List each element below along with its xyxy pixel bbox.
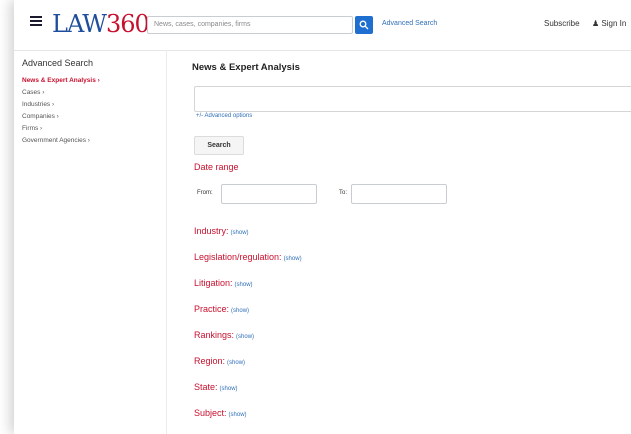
- facet-legislation-regulation: Legislation/regulation: (show): [194, 252, 302, 262]
- subscribe-link[interactable]: Subscribe: [544, 19, 580, 28]
- keyword-search-input[interactable]: [194, 86, 631, 112]
- sidebar-item-companies[interactable]: Companies ›: [22, 111, 100, 123]
- law360-logo[interactable]: LAW360: [52, 10, 150, 38]
- logo-text: LAW: [52, 10, 107, 38]
- facet-rankings: Rankings: (show): [194, 330, 254, 340]
- facet-industry: Industry: (show): [194, 226, 249, 236]
- facet-show-link[interactable]: (show): [231, 308, 249, 314]
- facet-label: Practice:: [194, 304, 230, 314]
- facet-show-link[interactable]: (show): [227, 360, 245, 366]
- sidebar-item-firms[interactable]: Firms ›: [22, 123, 100, 135]
- signin-label: Sign In: [601, 19, 627, 28]
- facet-show-link[interactable]: (show): [220, 386, 238, 392]
- facet-label: Industry:: [194, 226, 229, 236]
- user-icon: ♟: [592, 19, 600, 28]
- logo-number: 360: [105, 10, 150, 38]
- facet-show-link[interactable]: (show): [231, 230, 249, 236]
- header-search-button[interactable]: [355, 16, 373, 34]
- advanced-options-toggle[interactable]: +/- Advanced options: [196, 113, 252, 119]
- from-label: From:: [197, 190, 213, 196]
- search-button[interactable]: Search: [194, 136, 244, 155]
- sidebar-title: Advanced Search: [22, 58, 94, 68]
- from-date-input[interactable]: [221, 184, 317, 204]
- facet-state: State: (show): [194, 382, 238, 392]
- sidebar-item-government-agencies[interactable]: Government Agencies ›: [22, 135, 100, 147]
- facet-label: Rankings:: [194, 330, 235, 340]
- date-range-heading: Date range: [194, 162, 239, 172]
- signin-link[interactable]: ♟ Sign In: [592, 19, 626, 28]
- facet-show-link[interactable]: (show): [235, 282, 253, 288]
- to-label: To:: [339, 190, 348, 196]
- browser-page: LAW360 News, cases, companies, firms Adv…: [14, 0, 631, 434]
- advanced-search-link[interactable]: Advanced Search: [382, 20, 437, 27]
- sidebar-item-industries[interactable]: Industries ›: [22, 99, 100, 111]
- facet-label: Legislation/regulation:: [194, 252, 282, 262]
- top-navbar: LAW360 News, cases, companies, firms Adv…: [14, 0, 631, 51]
- facet-region: Region: (show): [194, 356, 245, 366]
- header-search-input[interactable]: News, cases, companies, firms: [147, 16, 353, 34]
- facet-practice: Practice: (show): [194, 304, 249, 314]
- facet-subject: Subject: (show): [194, 408, 247, 418]
- facet-show-link[interactable]: (show): [236, 334, 254, 340]
- to-date-input[interactable]: [351, 184, 447, 204]
- sidebar: Advanced Search News & Expert Analysis ›…: [14, 50, 167, 434]
- facet-show-link[interactable]: (show): [229, 412, 247, 418]
- facet-show-link[interactable]: (show): [284, 256, 302, 262]
- hamburger-menu-icon[interactable]: [30, 16, 42, 26]
- facet-label: Subject:: [194, 408, 227, 418]
- facet-litigation: Litigation: (show): [194, 278, 253, 288]
- facet-label: Litigation:: [194, 278, 233, 288]
- sidebar-item-news-expert-analysis[interactable]: News & Expert Analysis ›: [22, 75, 100, 87]
- facet-label: Region:: [194, 356, 226, 366]
- sidebar-item-cases[interactable]: Cases ›: [22, 87, 100, 99]
- search-icon: [359, 20, 369, 30]
- page-title: News & Expert Analysis: [192, 62, 300, 73]
- facet-label: State:: [194, 382, 218, 392]
- main-content: News & Expert Analysis +/- Advanced opti…: [166, 50, 631, 434]
- sidebar-list: News & Expert Analysis › Cases › Industr…: [22, 75, 100, 147]
